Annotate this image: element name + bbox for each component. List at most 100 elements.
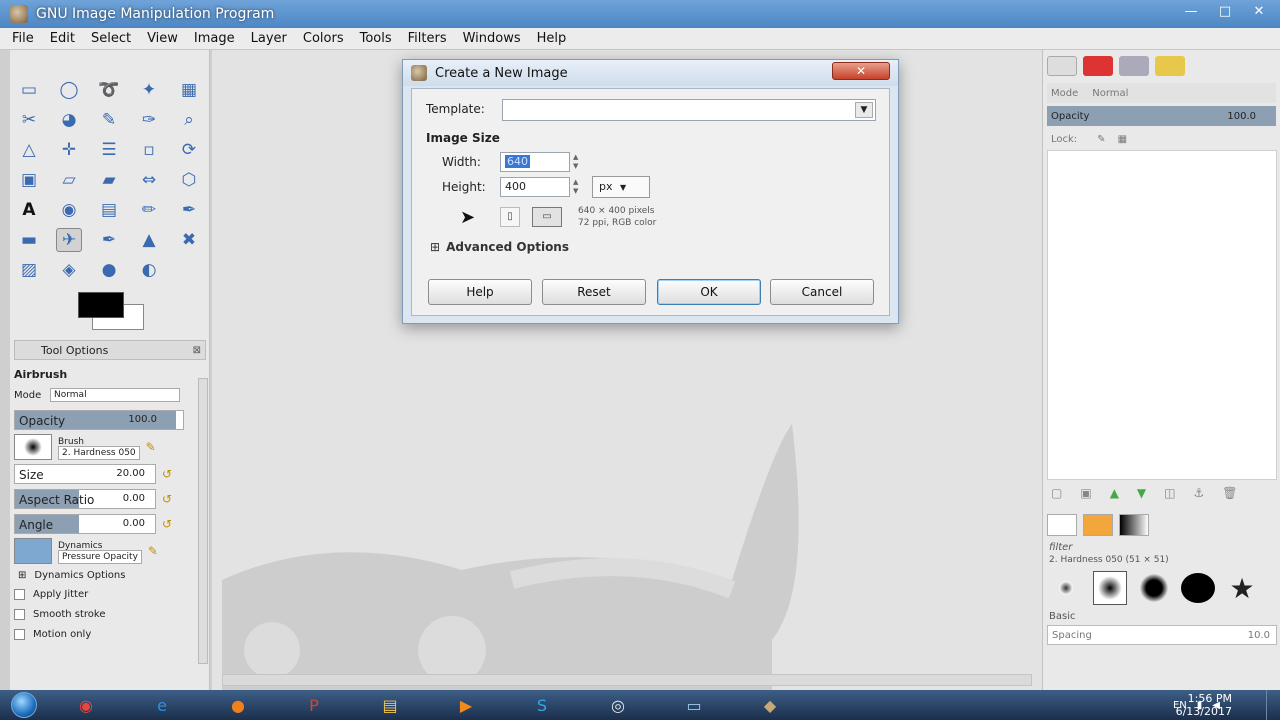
- crop-icon[interactable]: ▫: [136, 138, 162, 162]
- patterns-tab-icon[interactable]: [1083, 514, 1113, 536]
- dynamics-field[interactable]: Pressure Opacity: [58, 549, 142, 564]
- smooth-stroke-checkbox[interactable]: [14, 608, 25, 620]
- landscape-icon[interactable]: ▭: [532, 207, 562, 227]
- foreground-color-swatch[interactable]: [78, 292, 124, 318]
- menu-image[interactable]: Image: [194, 31, 235, 46]
- brush-hardness-050[interactable]: [1093, 571, 1127, 605]
- star-brush-icon[interactable]: ★: [1225, 571, 1259, 605]
- cancel-button[interactable]: Cancel: [770, 279, 874, 305]
- brush-hardness-100[interactable]: [1181, 571, 1215, 605]
- edit-dynamics-icon[interactable]: ✎: [148, 544, 158, 558]
- layer-group-icon[interactable]: ▣: [1080, 486, 1091, 500]
- motion-only-row[interactable]: Motion only: [14, 625, 206, 643]
- mode-select[interactable]: Normal: [50, 388, 180, 402]
- height-spin-icon[interactable]: ▲ ▼: [573, 178, 583, 196]
- brush-tag[interactable]: Basic: [1049, 611, 1275, 622]
- eraser-icon[interactable]: ▬: [16, 228, 42, 252]
- menu-help[interactable]: Help: [537, 31, 567, 46]
- blur-icon[interactable]: ◈: [56, 258, 82, 282]
- apply-jitter-row[interactable]: Apply Jitter: [14, 585, 206, 603]
- text-icon[interactable]: A: [16, 198, 42, 222]
- width-input[interactable]: 640 ▲ ▼: [500, 152, 578, 172]
- anchor-layer-icon[interactable]: ⚓: [1194, 486, 1205, 500]
- dynamics-options-row[interactable]: ⊞ Dynamics Options: [14, 567, 206, 583]
- layer-mode-row[interactable]: Mode Normal: [1047, 83, 1276, 103]
- reset-button[interactable]: Reset: [542, 279, 646, 305]
- paths-icon[interactable]: ✎: [96, 108, 122, 132]
- template-combo[interactable]: ▼: [502, 99, 876, 121]
- shear-icon[interactable]: ▱: [56, 168, 82, 192]
- tab-close-icon[interactable]: ⊠: [193, 345, 201, 356]
- raise-layer-icon[interactable]: ▲: [1110, 486, 1119, 500]
- channels-tab-icon[interactable]: [1083, 56, 1113, 76]
- dodge-burn-icon[interactable]: ◐: [136, 258, 162, 282]
- cage-icon[interactable]: ⬡: [176, 168, 202, 192]
- layers-tab-icon[interactable]: [1047, 56, 1077, 76]
- reset-angle-icon[interactable]: ↺: [162, 517, 172, 531]
- pencil-icon[interactable]: ✏: [136, 198, 162, 222]
- ok-button[interactable]: OK: [657, 279, 761, 305]
- edit-brush-icon[interactable]: ✎: [146, 440, 156, 454]
- ie-icon[interactable]: e: [132, 691, 192, 719]
- start-button[interactable]: [0, 690, 48, 720]
- airbrush-icon[interactable]: ✈: [56, 228, 82, 252]
- media-player-icon[interactable]: ▶: [436, 691, 496, 719]
- menu-file[interactable]: File: [12, 31, 34, 46]
- lower-layer-icon[interactable]: ▼: [1137, 486, 1146, 500]
- reset-aspect-icon[interactable]: ↺: [162, 492, 172, 506]
- delete-layer-icon[interactable]: 🗑: [1222, 486, 1237, 500]
- menu-layer[interactable]: Layer: [251, 31, 287, 46]
- spacing-slider[interactable]: Spacing 10.0: [1047, 625, 1277, 645]
- brush-name-field[interactable]: 2. Hardness 050: [58, 445, 140, 460]
- smooth-stroke-row[interactable]: Smooth stroke: [14, 605, 206, 623]
- smudge-icon[interactable]: ●: [96, 258, 122, 282]
- magic-wand-icon[interactable]: ✦: [136, 78, 162, 102]
- color-picker-icon[interactable]: ✑: [136, 108, 162, 132]
- gradients-tab-icon[interactable]: [1119, 514, 1149, 536]
- new-layer-icon[interactable]: ▢: [1051, 486, 1062, 500]
- zoom-icon[interactable]: ⌕: [176, 108, 202, 132]
- layers-list[interactable]: [1047, 150, 1277, 480]
- paths-tab-icon[interactable]: [1119, 56, 1149, 76]
- clone-icon[interactable]: ▲: [136, 228, 162, 252]
- bucket-fill-icon[interactable]: ◉: [56, 198, 82, 222]
- layer-opacity-slider[interactable]: Opacity 100.0: [1047, 106, 1276, 126]
- width-spin-icon[interactable]: ▲ ▼: [573, 153, 583, 171]
- tool-options-scrollbar[interactable]: [198, 378, 208, 664]
- lock-pixels-icon[interactable]: ✎: [1097, 134, 1105, 145]
- brushes-tab-icon[interactable]: [1047, 514, 1077, 536]
- apply-jitter-checkbox[interactable]: [14, 588, 25, 600]
- menu-select[interactable]: Select: [91, 31, 131, 46]
- advanced-options-expander[interactable]: ⊞ Advanced Options: [430, 240, 569, 254]
- menu-tools[interactable]: Tools: [360, 31, 392, 46]
- powerpoint-icon[interactable]: P: [284, 691, 344, 719]
- duplicate-layer-icon[interactable]: ◫: [1164, 486, 1175, 500]
- foreground-select-icon[interactable]: ◕: [56, 108, 82, 132]
- expand-advanced-icon[interactable]: ⊞: [430, 240, 440, 254]
- height-input[interactable]: 400 ▲ ▼: [500, 177, 578, 197]
- perspective-clone-icon[interactable]: ▨: [16, 258, 42, 282]
- perspective-icon[interactable]: ▰: [96, 168, 122, 192]
- chrome-icon[interactable]: ◉: [56, 691, 116, 719]
- unit-dropdown-icon[interactable]: ▼: [620, 183, 626, 192]
- heal-icon[interactable]: ✖: [176, 228, 202, 252]
- motion-only-checkbox[interactable]: [14, 628, 25, 640]
- brush-filter-field[interactable]: filter: [1049, 542, 1275, 553]
- canvas-horizontal-scrollbar[interactable]: [222, 674, 1032, 686]
- gimp-icon[interactable]: ◆: [740, 691, 800, 719]
- unit-select[interactable]: px ▼: [592, 176, 650, 198]
- reset-size-icon[interactable]: ↺: [162, 467, 172, 481]
- move-icon[interactable]: ✛: [56, 138, 82, 162]
- menu-filters[interactable]: Filters: [408, 31, 447, 46]
- help-button[interactable]: Help: [428, 279, 532, 305]
- maximize-button[interactable]: □: [1210, 2, 1240, 22]
- dynamics-preview[interactable]: [14, 538, 52, 564]
- dialog-close-button[interactable]: ✕: [832, 62, 890, 80]
- brush-soft-small[interactable]: [1049, 571, 1083, 605]
- lasso-icon[interactable]: ➰: [96, 78, 122, 102]
- window-icon[interactable]: ▭: [664, 691, 724, 719]
- menu-colors[interactable]: Colors: [303, 31, 344, 46]
- menu-view[interactable]: View: [147, 31, 178, 46]
- angle-slider[interactable]: Angle 0.00: [14, 514, 156, 534]
- flip-icon[interactable]: ⇔: [136, 168, 162, 192]
